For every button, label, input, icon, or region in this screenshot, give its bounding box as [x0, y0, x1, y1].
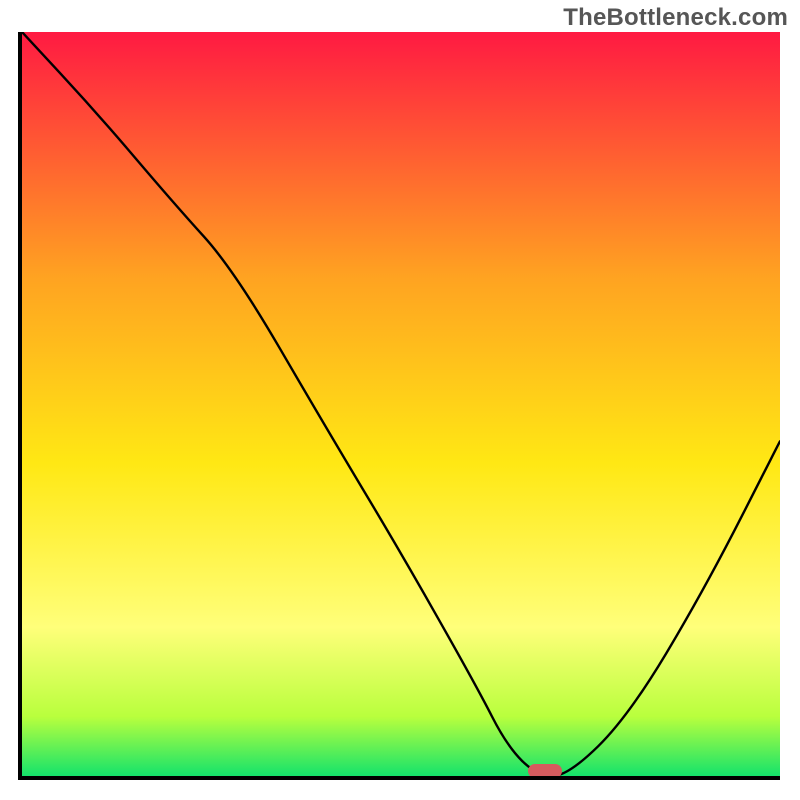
bottleneck-curve [22, 32, 780, 776]
plot-area [18, 32, 780, 780]
optimal-marker [528, 764, 562, 778]
watermark-text: TheBottleneck.com [563, 4, 788, 32]
chart-container: TheBottleneck.com [0, 0, 800, 800]
